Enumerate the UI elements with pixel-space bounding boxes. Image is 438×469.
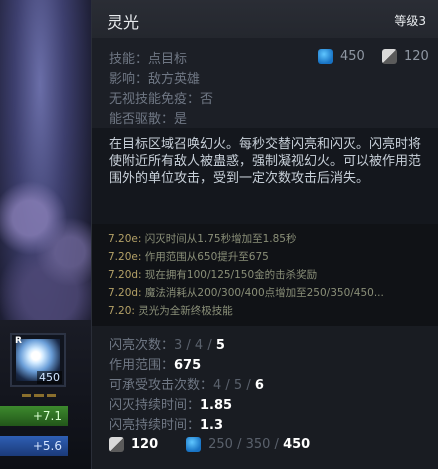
stat-radius: 作用范围：675 xyxy=(109,358,202,373)
ability-description: 在目标区域召唤幻火。每秒交替闪亮和闪灭。闪亮时将使附近所有敌人被蛊惑，强制凝视幻… xyxy=(92,128,438,224)
ability-level: 等级3 xyxy=(394,14,426,28)
dispellable: 能否驱散：是 xyxy=(109,112,188,127)
mana-cost-value: 450 xyxy=(340,49,365,64)
patch-note: 7.20: 灵光为全新终极技能 xyxy=(108,305,233,317)
ability-tooltip: 灵光 等级3 技能：点目标 影响：敌方英雄 无视技能免疫：否 能否驱散：是 45… xyxy=(91,0,438,469)
stat-dark-duration: 闪灭持续时间：1.85 xyxy=(109,398,233,413)
ability-behavior: 技能：点目标 xyxy=(109,52,188,67)
header-cooldown: 120 xyxy=(382,49,429,64)
level-pip xyxy=(22,394,32,397)
stat-flash-count: 闪亮次数：3 / 4 / 5 xyxy=(109,338,225,353)
patch-notes: 7.20e: 闪灭时间从1.75秒增加至1.85秒 7.20e: 作用范围从65… xyxy=(92,224,438,326)
patch-note: 7.20e: 作用范围从650提升至675 xyxy=(108,251,269,263)
level-pip xyxy=(34,394,44,397)
stat-flash-duration: 闪亮持续时间：1.3 xyxy=(109,418,224,433)
mana-cost-values: 250 / 350 / 450 xyxy=(208,437,311,452)
mana-icon xyxy=(186,437,202,452)
patch-note: 7.20d: 现在拥有100/125/150金的击杀奖励 xyxy=(108,269,318,281)
stat-hits-to-kill: 可承受攻击次数：4 / 5 / 6 xyxy=(109,378,264,393)
ability-mana-cost: 450 xyxy=(37,371,62,384)
cooldown-icon xyxy=(382,49,397,64)
ultimate-ability-button[interactable]: R 450 xyxy=(10,333,66,387)
ability-name: 灵光 xyxy=(107,13,140,32)
cooldown-value: 120 xyxy=(131,437,159,452)
tooltip-header: 灵光 等级3 xyxy=(92,0,438,39)
header-mana-cost: 450 xyxy=(318,49,365,64)
spell-immunity: 无视技能免疫：否 xyxy=(109,92,214,107)
ability-properties: 技能：点目标 影响：敌方英雄 无视技能免疫：否 能否驱散：是 450 120 xyxy=(92,38,438,128)
game-world-foliage xyxy=(0,150,100,320)
patch-note: 7.20d: 魔法消耗从200/300/400点增加至250/350/450..… xyxy=(108,287,384,299)
mana-icon xyxy=(318,49,333,64)
level-pip xyxy=(46,394,56,397)
ability-hotkey: R xyxy=(15,336,22,346)
cooldown-icon xyxy=(109,437,124,452)
footer-costs: 120 250 / 350 / 450 xyxy=(109,437,310,452)
cooldown-value: 120 xyxy=(404,49,429,64)
mana-bar: +5.6 xyxy=(0,436,68,456)
health-bar: +7.1 xyxy=(0,406,68,426)
patch-note: 7.20e: 闪灭时间从1.75秒增加至1.85秒 xyxy=(108,233,297,245)
ability-level-pips xyxy=(22,392,56,400)
ability-affects: 影响：敌方英雄 xyxy=(109,72,201,87)
